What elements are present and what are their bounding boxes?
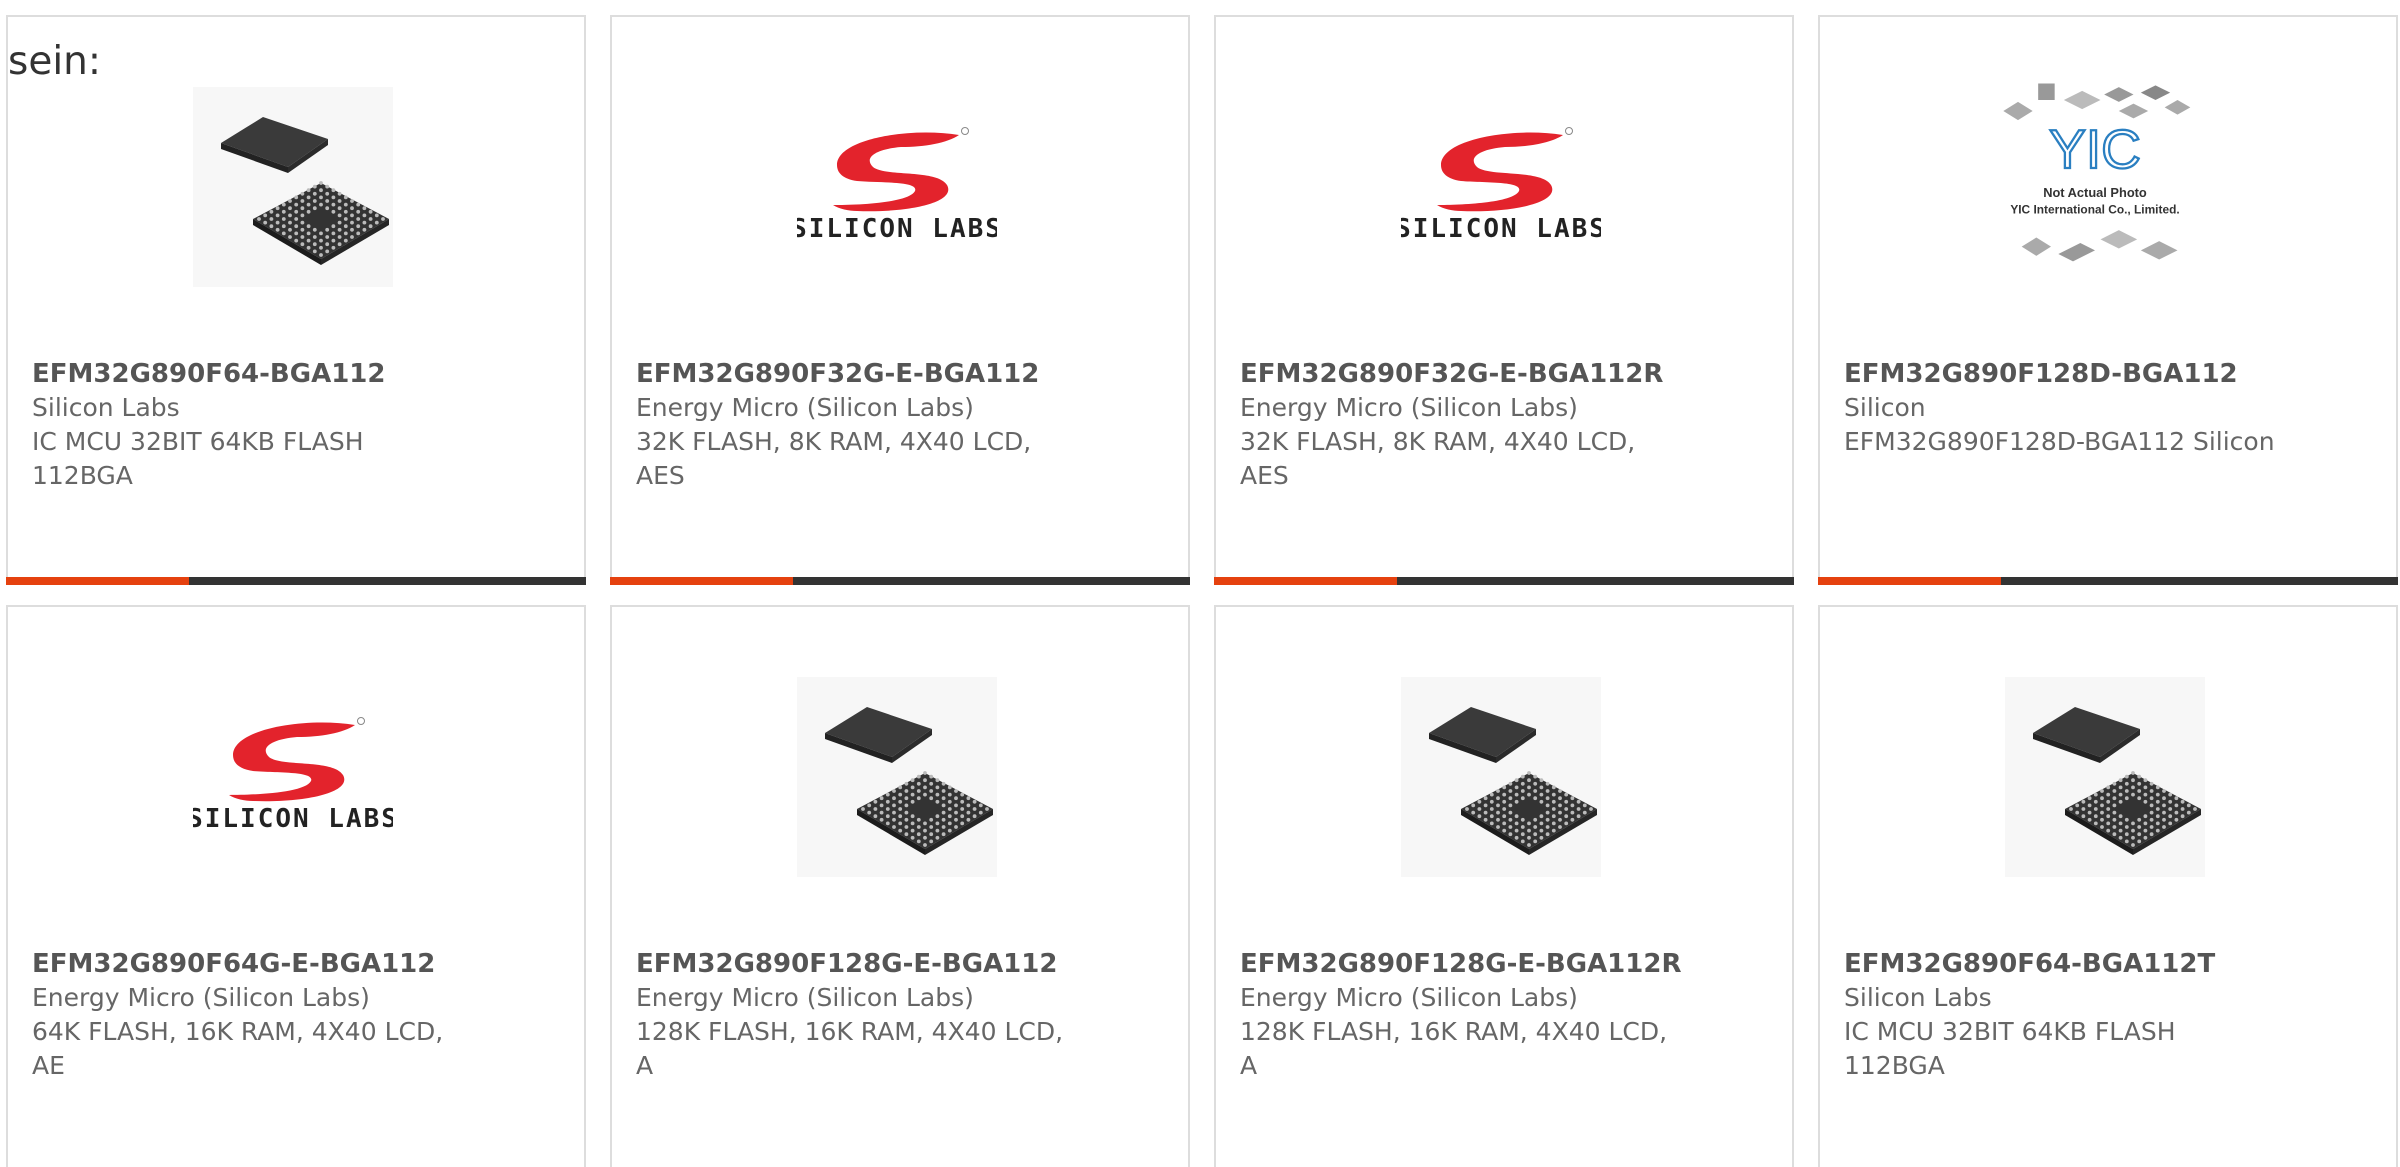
bga-chip-icon [797, 677, 997, 877]
card-bottom-bar [6, 577, 586, 585]
product-description: IC MCU 32BIT 64KB FLASH 112BGA [1844, 1017, 2176, 1080]
product-description: IC MCU 32BIT 64KB FLASH 112BGA [32, 427, 364, 490]
card-bottom-bar [1214, 577, 1794, 585]
svg-text:SILICON LABS: SILICON LABS [193, 804, 393, 834]
product-description: 64K FLASH, 16K RAM, 4X40 LCD, AE [32, 1017, 444, 1080]
card-accent-bar [6, 577, 189, 585]
yic-placeholder-icon: YIC Not Actual Photo YIC International C… [2003, 83, 2205, 287]
product-info: EFM32G890F32G-E-BGA112 Energy Micro (Sil… [636, 357, 1166, 493]
silicon-labs-logo-icon: SILICON LABS [1401, 87, 1601, 287]
product-card[interactable]: YIC Not Actual Photo YIC International C… [1818, 15, 2398, 585]
product-description: 128K FLASH, 16K RAM, 4X40 LCD, A [636, 1017, 1064, 1080]
card-bottom-bar [1818, 577, 2398, 585]
svg-text:Not Actual Photo: Not Actual Photo [2043, 185, 2147, 200]
part-number-link[interactable]: EFM32G890F64-BGA112T [1844, 947, 2374, 981]
product-card[interactable]: EFM32G890F128G-E-BGA112R Energy Micro (S… [1214, 605, 1794, 1167]
manufacturer-label: Energy Micro (Silicon Labs) [1240, 393, 1578, 422]
part-number-link[interactable]: EFM32G890F64-BGA112 [32, 357, 562, 391]
product-info: EFM32G890F64-BGA112T Silicon Labs IC MCU… [1844, 947, 2374, 1083]
bga-chip-icon [2005, 677, 2205, 877]
product-description: EFM32G890F128D-BGA112 Silicon [1844, 427, 2275, 456]
part-number-link[interactable]: EFM32G890F128G-E-BGA112 [636, 947, 1166, 981]
part-number-link[interactable]: EFM32G890F32G-E-BGA112 [636, 357, 1166, 391]
product-card[interactable]: SILICON LABS EFM32G890F32G-E-BGA112 Ener… [610, 15, 1190, 585]
product-info: EFM32G890F128G-E-BGA112R Energy Micro (S… [1240, 947, 1770, 1083]
part-number-link[interactable]: EFM32G890F128G-E-BGA112R [1240, 947, 1770, 981]
product-card[interactable]: EFM32G890F64-BGA112 Silicon Labs IC MCU … [6, 15, 586, 585]
product-card[interactable]: SILICON LABS EFM32G890F64G-E-BGA112 Ener… [6, 605, 586, 1167]
product-description: 32K FLASH, 8K RAM, 4X40 LCD, AES [636, 427, 1032, 490]
card-accent-bar [1214, 577, 1397, 585]
section-heading: sein: [8, 39, 102, 84]
silicon-labs-logo-icon: SILICON LABS [193, 677, 393, 877]
product-info: EFM32G890F128G-E-BGA112 Energy Micro (Si… [636, 947, 1166, 1083]
manufacturer-label: Energy Micro (Silicon Labs) [32, 983, 370, 1012]
part-number-link[interactable]: EFM32G890F64G-E-BGA112 [32, 947, 562, 981]
svg-text:YIC: YIC [2049, 118, 2141, 180]
product-card[interactable]: SILICON LABS EFM32G890F32G-E-BGA112R Ene… [1214, 15, 1794, 585]
silicon-labs-logo-icon: SILICON LABS [797, 87, 997, 287]
manufacturer-label: Silicon Labs [32, 393, 180, 422]
svg-text:YIC International Co., Limited: YIC International Co., Limited. [2010, 203, 2179, 217]
manufacturer-label: Energy Micro (Silicon Labs) [636, 393, 974, 422]
part-number-link[interactable]: EFM32G890F128D-BGA112 [1844, 357, 2374, 391]
svg-text:SILICON LABS: SILICON LABS [797, 214, 997, 244]
manufacturer-label: Silicon Labs [1844, 983, 1992, 1012]
product-info: EFM32G890F64G-E-BGA112 Energy Micro (Sil… [32, 947, 562, 1083]
product-info: EFM32G890F64-BGA112 Silicon Labs IC MCU … [32, 357, 562, 493]
manufacturer-label: Energy Micro (Silicon Labs) [1240, 983, 1578, 1012]
manufacturer-label: Energy Micro (Silicon Labs) [636, 983, 974, 1012]
card-accent-bar [1818, 577, 2001, 585]
part-number-link[interactable]: EFM32G890F32G-E-BGA112R [1240, 357, 1770, 391]
product-info: EFM32G890F32G-E-BGA112R Energy Micro (Si… [1240, 357, 1770, 493]
card-bottom-bar [610, 577, 1190, 585]
product-info: EFM32G890F128D-BGA112 Silicon EFM32G890F… [1844, 357, 2374, 459]
bga-chip-icon [193, 87, 393, 287]
product-grid-page: sein: EFM32G890F64-BGA112 Silicon Labs I… [0, 0, 2400, 1167]
product-description: 128K FLASH, 16K RAM, 4X40 LCD, A [1240, 1017, 1668, 1080]
product-description: 32K FLASH, 8K RAM, 4X40 LCD, AES [1240, 427, 1636, 490]
bga-chip-icon [1401, 677, 1601, 877]
manufacturer-label: Silicon [1844, 393, 1926, 422]
product-card[interactable]: EFM32G890F128G-E-BGA112 Energy Micro (Si… [610, 605, 1190, 1167]
product-card[interactable]: EFM32G890F64-BGA112T Silicon Labs IC MCU… [1818, 605, 2398, 1167]
svg-text:SILICON LABS: SILICON LABS [1401, 214, 1601, 244]
card-accent-bar [610, 577, 793, 585]
